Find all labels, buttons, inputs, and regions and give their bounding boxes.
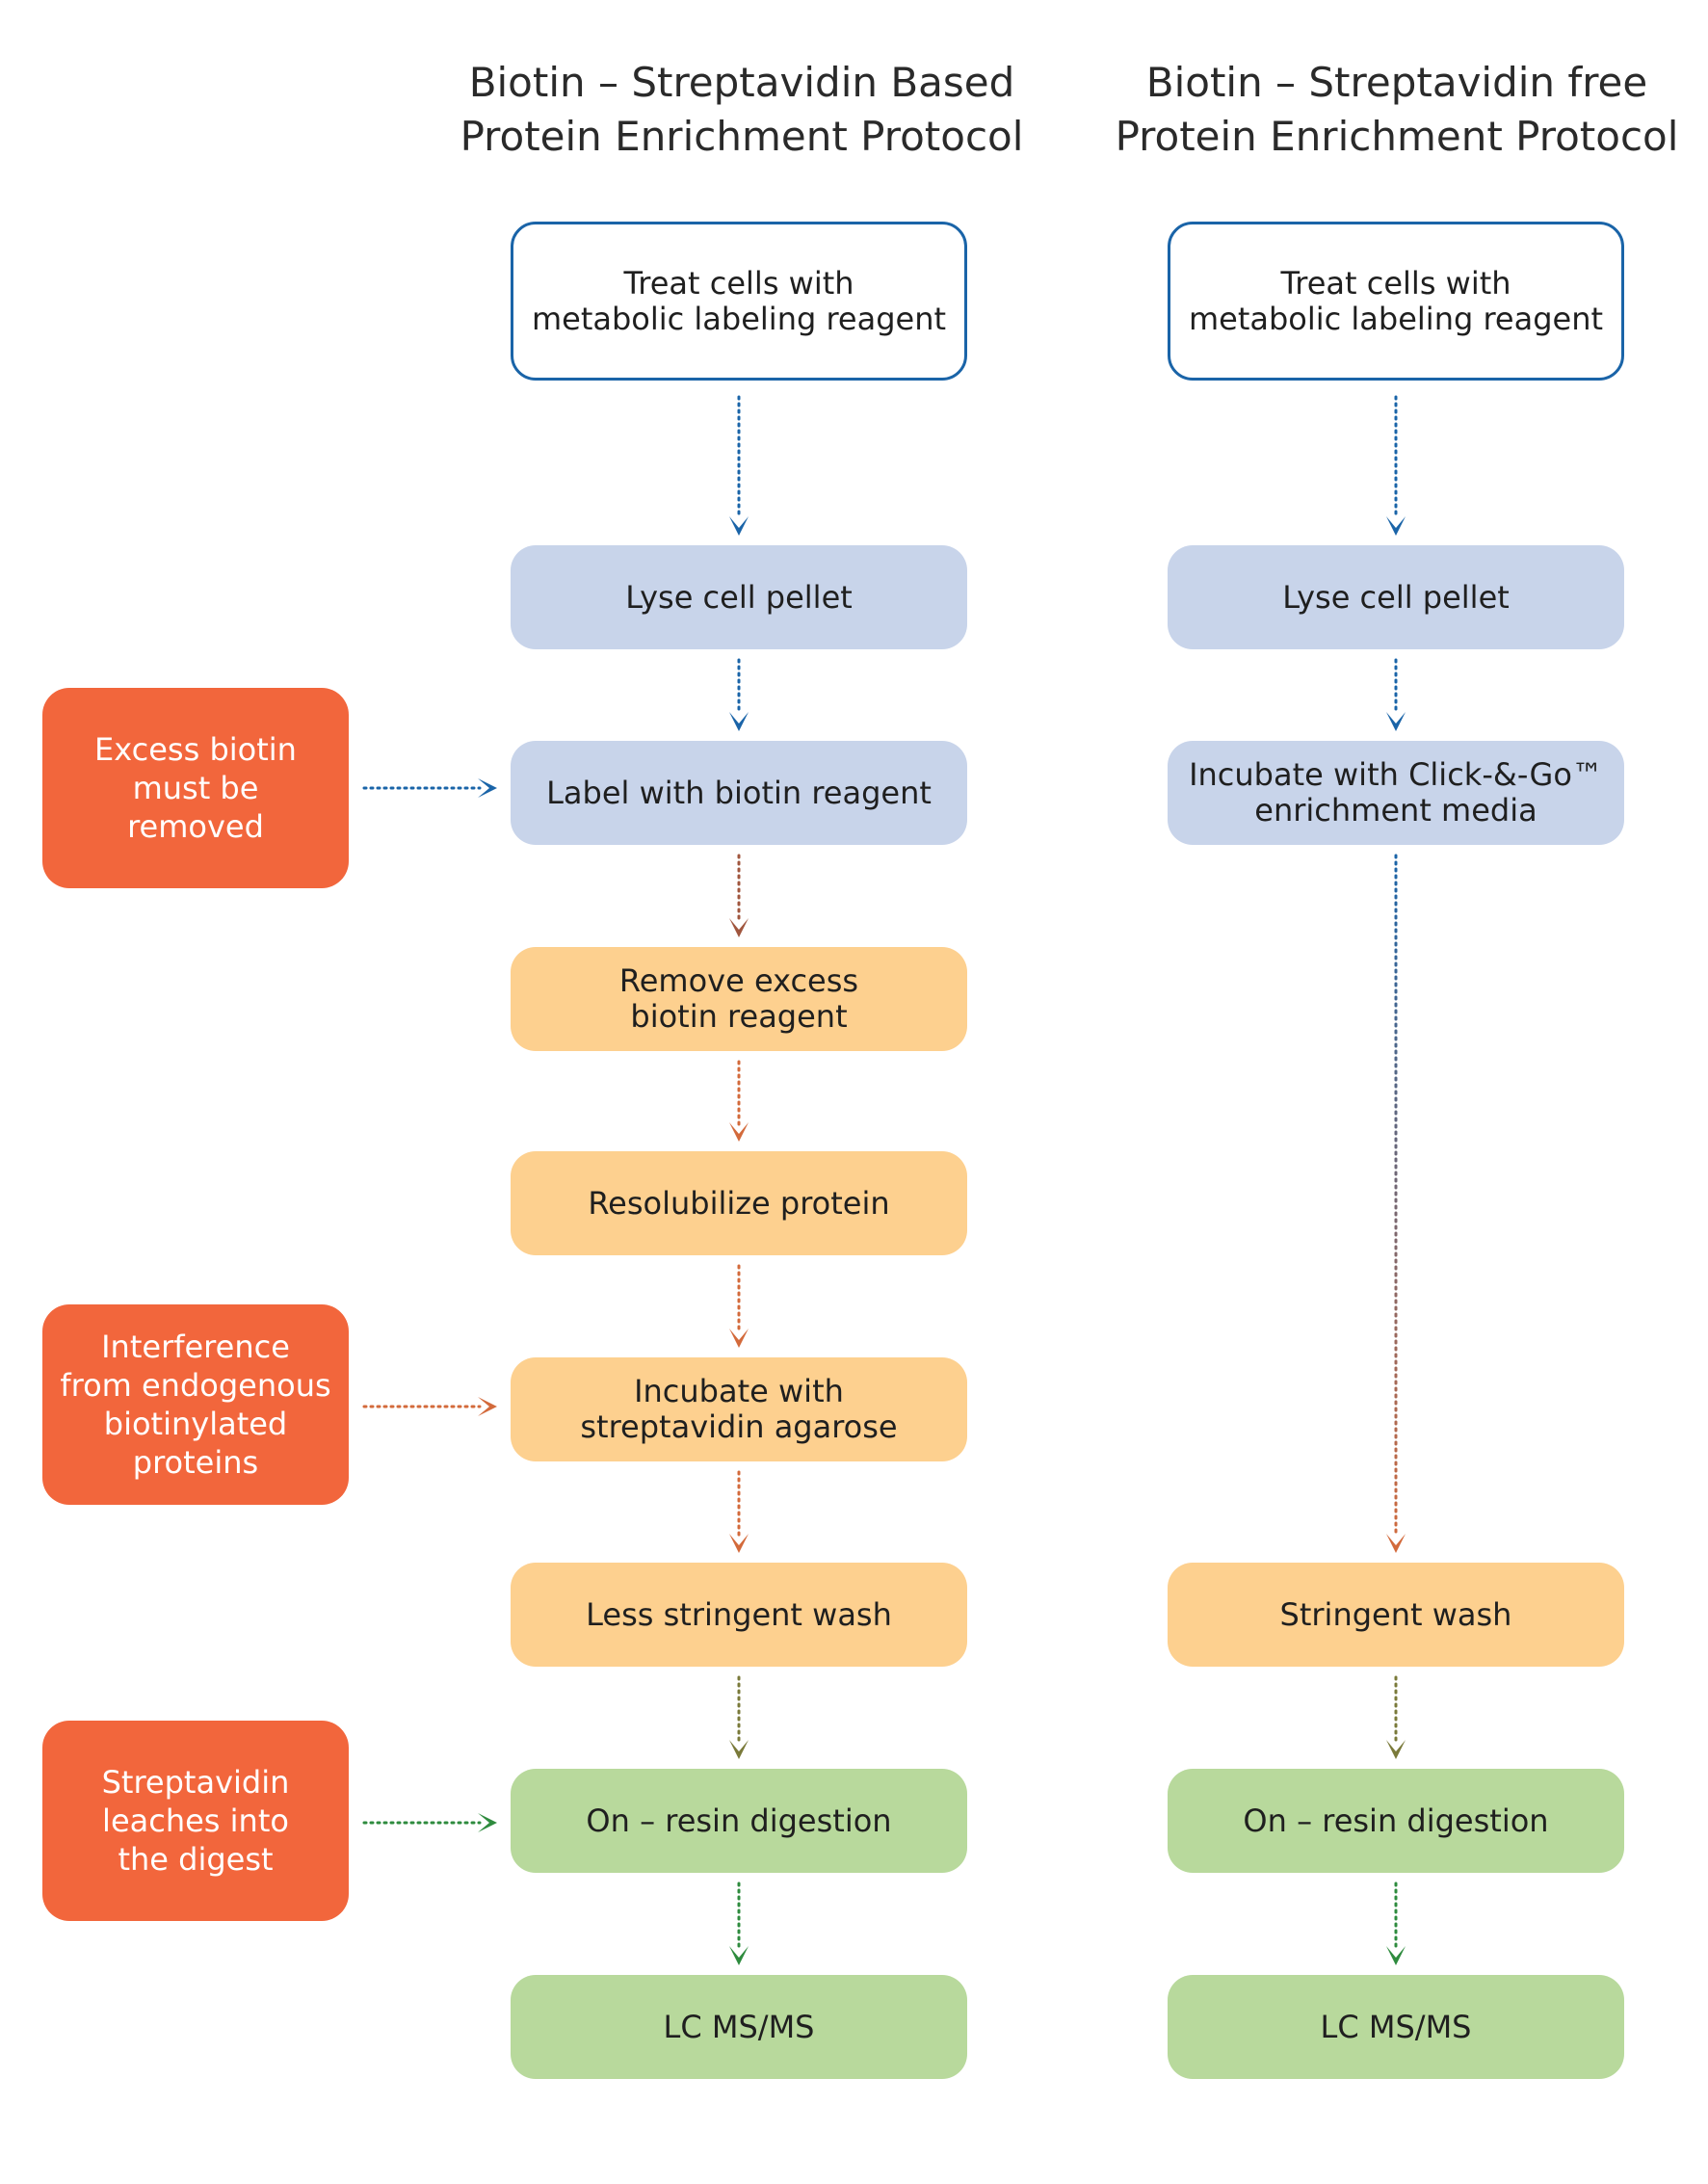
arrow-right-lyse-to-incubate-head: [1386, 712, 1406, 731]
arrow-right-incubate-to-wash: [1386, 854, 1406, 1553]
arrow-callout-endogenous: [362, 1397, 497, 1416]
arrow-left-treat-to-lyse-head: [729, 516, 749, 536]
arrow-left-wash-to-digestion: [729, 1675, 749, 1759]
arrow-left-incubate-to-wash-head: [729, 1534, 749, 1553]
arrow-right-treat-to-lyse: [1386, 395, 1406, 536]
arrow-right-wash-to-digestion: [1386, 1675, 1406, 1759]
arrow-right-treat-to-lyse-head: [1386, 516, 1406, 536]
arrow-right-incubate-to-wash-head: [1386, 1534, 1406, 1553]
arrow-layer: [362, 395, 1406, 1965]
arrow-right-wash-to-digestion-head: [1386, 1740, 1406, 1759]
arrow-callout-excess-biotin: [362, 778, 497, 798]
arrow-right-lyse-to-incubate: [1386, 658, 1406, 731]
arrow-right-digestion-to-lcms-head: [1386, 1946, 1406, 1965]
arrow-left-resolubilize-to-incubate: [729, 1264, 749, 1348]
arrow-left-incubate-to-wash: [729, 1470, 749, 1553]
arrow-left-resolubilize-to-incubate-head: [729, 1329, 749, 1348]
arrow-left-lyse-to-label-head: [729, 712, 749, 731]
arrow-left-digestion-to-lcms-head: [729, 1946, 749, 1965]
arrow-left-treat-to-lyse: [729, 395, 749, 536]
arrow-left-digestion-to-lcms: [729, 1881, 749, 1965]
arrow-right-digestion-to-lcms: [1386, 1881, 1406, 1965]
arrow-left-label-to-remove: [729, 854, 749, 937]
arrow-callout-streptavidin: [362, 1813, 497, 1832]
arrow-left-lyse-to-label: [729, 658, 749, 731]
arrow-left-wash-to-digestion-head: [729, 1740, 749, 1759]
arrow-left-remove-to-resolubilize: [729, 1060, 749, 1142]
arrow-left-label-to-remove-head: [729, 918, 749, 937]
